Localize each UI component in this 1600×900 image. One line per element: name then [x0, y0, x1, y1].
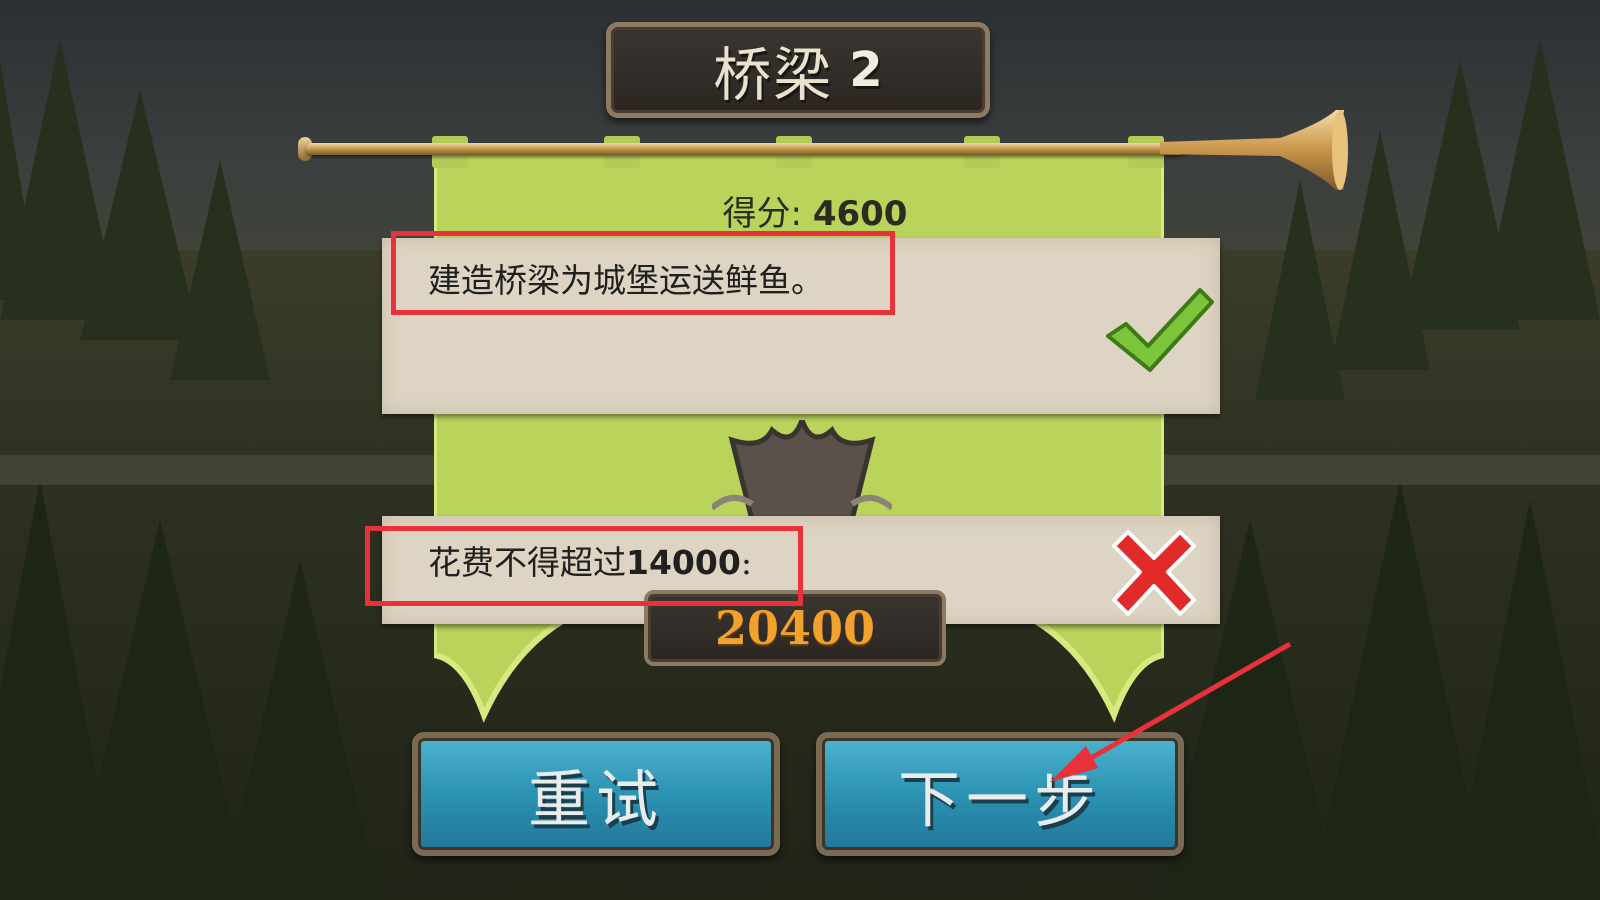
highlight-box-objective-1	[391, 231, 895, 315]
total-cost-value: 20400	[714, 601, 876, 655]
crown-emblem	[712, 420, 892, 523]
cross-icon	[1112, 530, 1196, 616]
level-title: 桥梁	[713, 41, 834, 109]
banner-rod	[306, 143, 1186, 155]
score-value: 4600	[812, 194, 908, 234]
retry-button[interactable]: 重试	[412, 732, 780, 856]
next-button[interactable]: 下一步	[816, 732, 1184, 856]
trumpet-horn	[1160, 110, 1348, 190]
check-icon	[1106, 288, 1214, 372]
next-button-label: 下一步	[897, 763, 1102, 836]
level-number: 2	[849, 42, 883, 98]
retry-button-label: 重试	[527, 763, 664, 836]
highlight-box-objective-2	[365, 526, 803, 606]
level-title-plaque: 桥梁 2	[606, 22, 990, 118]
score-display: 得分: 4600	[700, 186, 930, 235]
score-label: 得分:	[722, 194, 802, 234]
